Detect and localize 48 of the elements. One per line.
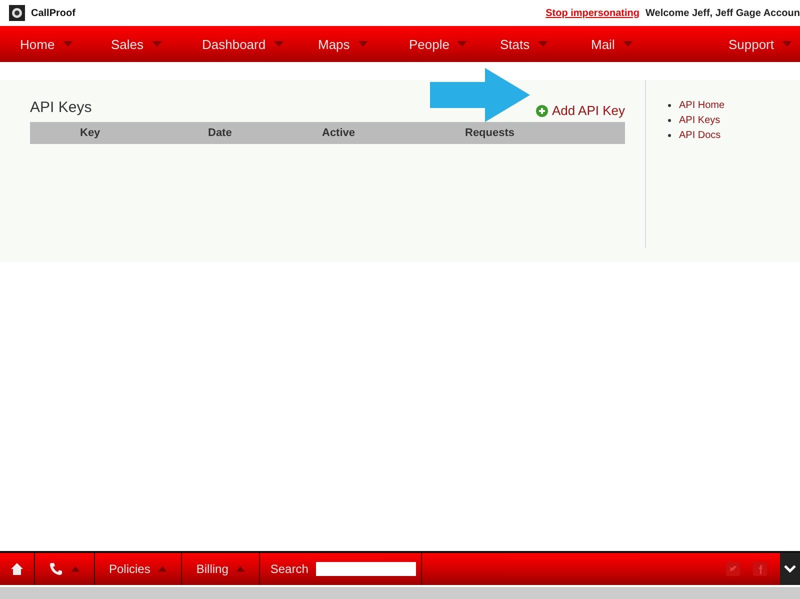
search-label: Search (270, 562, 308, 576)
bullet-icon (668, 119, 671, 122)
nav-menu-item[interactable]: Maps (318, 36, 409, 52)
nav-menu-item[interactable]: Stats (500, 36, 591, 52)
bullet-icon (668, 104, 671, 107)
sidebar-link[interactable]: API Home (679, 100, 725, 111)
phone-icon[interactable] (49, 562, 63, 576)
caret-icon (152, 41, 162, 47)
column-header: Key (80, 127, 100, 139)
caret-icon (358, 41, 368, 47)
logo-icon (9, 5, 25, 21)
column-header: Active (322, 127, 356, 139)
stop-impersonating-link[interactable]: Stop impersonating (546, 8, 640, 18)
page-title: API Keys (30, 99, 92, 116)
nav-menu-item[interactable]: Support (728, 36, 792, 52)
caret-up-icon (236, 566, 246, 572)
home-icon[interactable] (10, 562, 24, 576)
sidebar-link[interactable]: API Docs (679, 130, 721, 141)
nav-menu-item[interactable]: Home (20, 36, 111, 52)
caret-icon (782, 41, 792, 47)
logo-text: CallProof (31, 8, 76, 18)
caret-icon (457, 41, 468, 47)
toolbar-menu-button[interactable]: Billing (196, 562, 228, 576)
bird-icon[interactable] (726, 562, 740, 576)
column-header: Requests (465, 127, 515, 139)
caret-icon (62, 41, 73, 47)
add-api-key-link[interactable]: Add API Key (536, 103, 625, 118)
caret-up-icon (158, 566, 168, 572)
caret-icon (622, 41, 633, 47)
column-header: Date (208, 127, 232, 139)
nav-menu-item[interactable]: Sales (111, 36, 202, 52)
arrow-icon (430, 68, 530, 122)
horizontal-scrollbar[interactable] (0, 587, 800, 599)
caret-icon (274, 41, 284, 47)
facebook-icon[interactable] (753, 562, 767, 576)
plus-icon (536, 104, 548, 116)
nav-menu-item[interactable]: Mail (591, 36, 682, 52)
collapse-button[interactable] (780, 553, 800, 585)
welcome-text: Welcome Jeff, Jeff Gage Accoun (646, 8, 800, 18)
chevron-down-icon (784, 565, 796, 573)
caret-icon (538, 41, 548, 47)
search-field[interactable] (316, 562, 416, 576)
caret-up-icon (71, 566, 80, 572)
nav-menu-item[interactable]: Dashboard (202, 36, 318, 52)
bullet-icon (668, 134, 671, 137)
nav-menu-item[interactable]: People (409, 36, 500, 52)
toolbar-menu-button[interactable]: Policies (109, 562, 150, 576)
sidebar-link[interactable]: API Keys (679, 115, 720, 126)
